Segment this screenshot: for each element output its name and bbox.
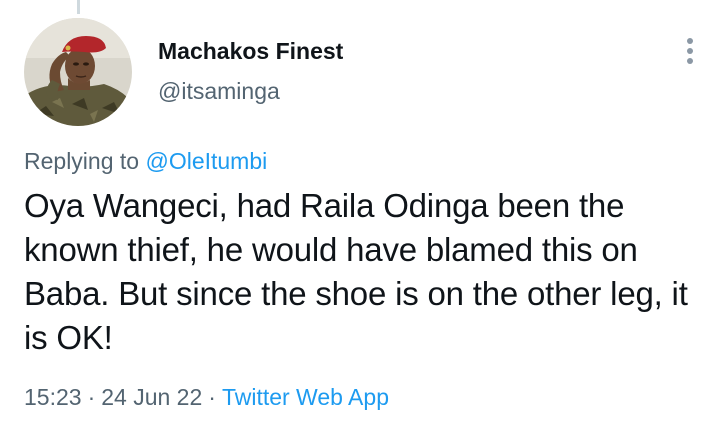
author-handle[interactable]: @itsaminga: [158, 76, 343, 106]
thread-connector-line: [77, 0, 80, 14]
replying-to-label: Replying to: [24, 148, 140, 174]
more-vertical-icon-dot: [687, 48, 693, 54]
tweet-date[interactable]: 24 Jun 22: [101, 384, 202, 410]
avatar[interactable]: [24, 18, 132, 126]
replying-to: Replying to @OleItumbi: [24, 146, 267, 176]
tweet-time[interactable]: 15:23: [24, 384, 82, 410]
more-vertical-icon: [687, 38, 693, 44]
author-display-name[interactable]: Machakos Finest: [158, 36, 343, 66]
author-block: Machakos Finest @itsaminga: [158, 36, 343, 106]
tweet-source-link[interactable]: Twitter Web App: [222, 384, 389, 410]
tweet-text: Oya Wangeci, had Raila Odinga been the k…: [24, 187, 688, 356]
avatar-image: [24, 18, 132, 126]
meta-separator: ·: [87, 384, 96, 410]
more-vertical-icon-dot: [687, 58, 693, 64]
reply-mention-link[interactable]: @OleItumbi: [145, 148, 267, 174]
tweet-metadata: 15:23 · 24 Jun 22 · Twitter Web App: [24, 382, 389, 412]
meta-separator: ·: [208, 384, 216, 410]
more-options-button[interactable]: [680, 36, 700, 66]
tweet-card: Machakos Finest @itsaminga Replying to @…: [0, 0, 720, 438]
